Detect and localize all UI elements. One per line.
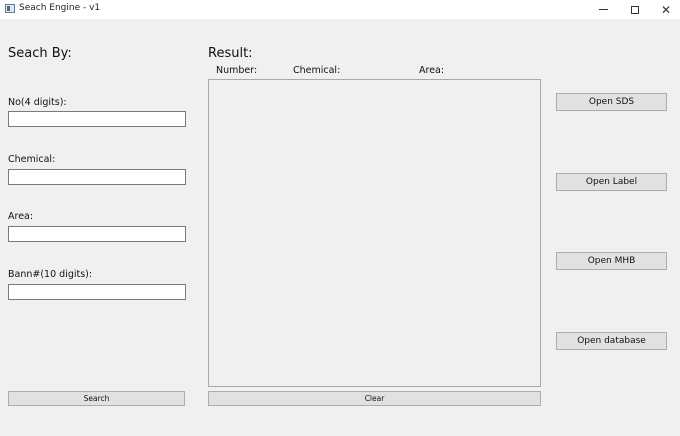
app-window-icon <box>5 4 15 13</box>
maximize-button[interactable] <box>620 0 650 19</box>
column-header-chemical: Chemical: <box>293 65 341 76</box>
chemical-field-label: Chemical: <box>8 154 56 165</box>
bann-input[interactable] <box>8 284 186 300</box>
open-database-button[interactable]: Open database <box>556 332 667 350</box>
number-input[interactable] <box>8 111 186 127</box>
area-input[interactable] <box>8 226 186 242</box>
number-field-label: No(4 digits): <box>8 97 67 108</box>
title-bar: Seach Engine - v1 ✕ <box>0 0 680 19</box>
close-icon: ✕ <box>660 2 672 17</box>
open-mhb-button[interactable]: Open MHB <box>556 252 667 270</box>
area-field-label: Area: <box>8 211 34 222</box>
result-list[interactable] <box>208 79 541 387</box>
maximize-icon <box>631 5 639 14</box>
close-button[interactable]: ✕ <box>651 0 680 19</box>
column-header-number: Number: <box>216 65 258 76</box>
minimize-icon <box>598 9 608 10</box>
open-label-button[interactable]: Open Label <box>556 173 667 191</box>
search-by-heading: Seach By: <box>8 46 72 61</box>
bann-field-label: Bann#(10 digits): <box>8 269 93 280</box>
window-title: Seach Engine - v1 <box>19 3 101 13</box>
result-heading: Result: <box>208 46 253 61</box>
minimize-button[interactable] <box>588 0 618 19</box>
column-header-area: Area: <box>419 65 445 76</box>
search-button[interactable]: Search <box>8 391 185 406</box>
clear-button[interactable]: Clear <box>208 391 541 406</box>
chemical-input[interactable] <box>8 169 186 185</box>
open-sds-button[interactable]: Open SDS <box>556 93 667 111</box>
